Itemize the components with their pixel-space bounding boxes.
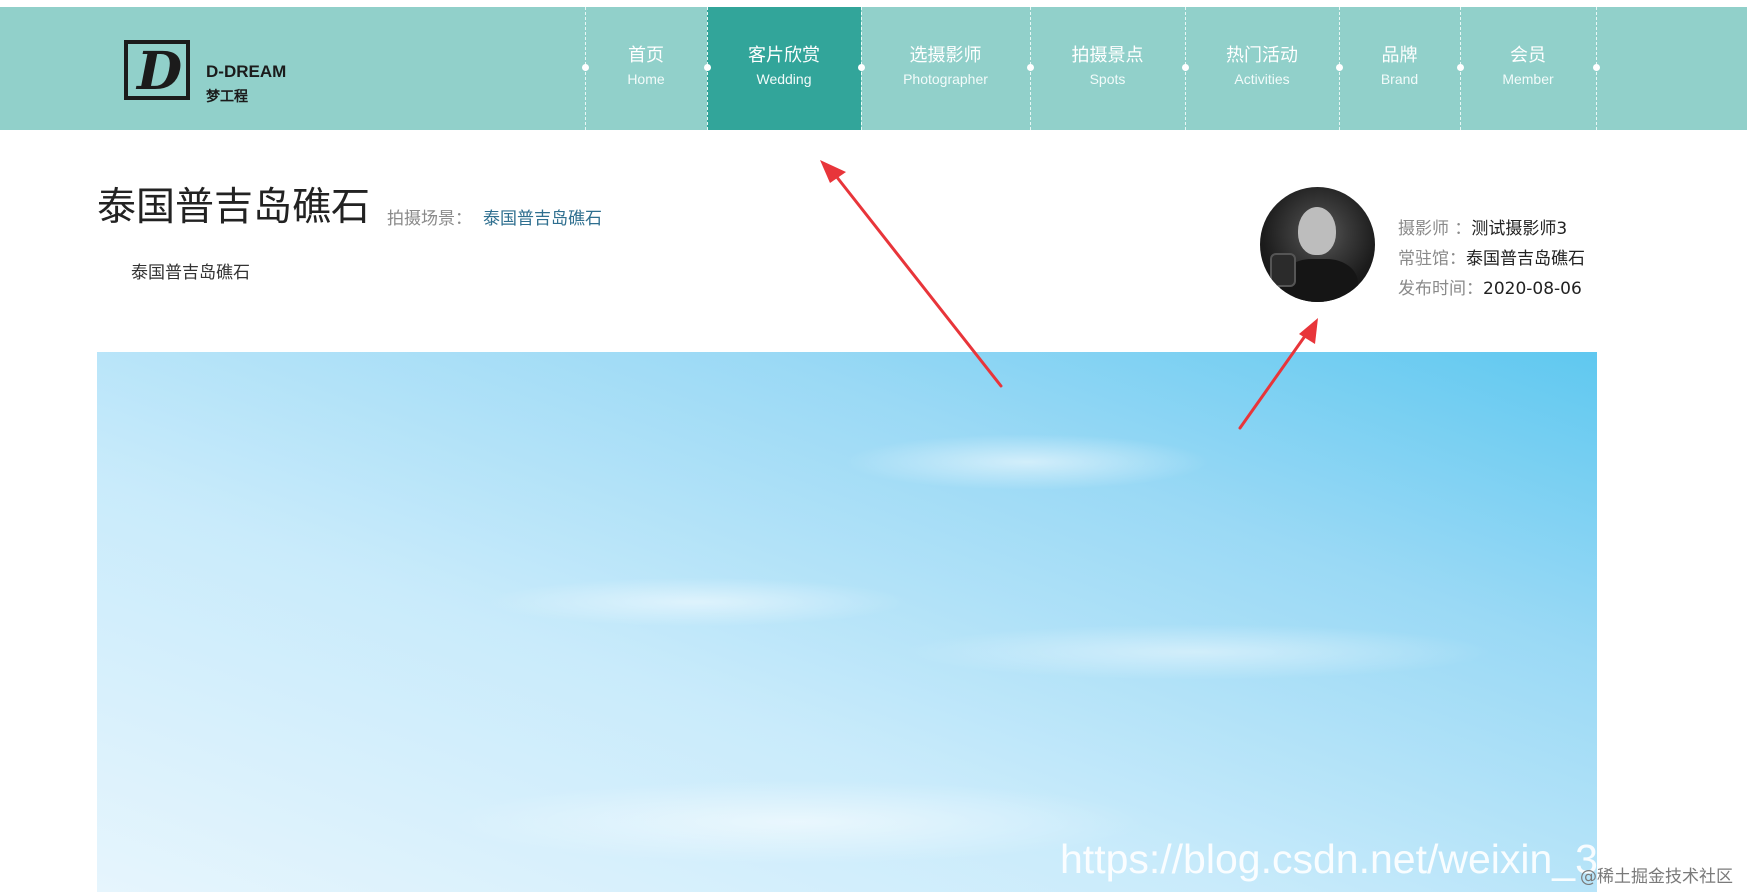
nav-item-photographer[interactable]: 选摄影师 Photographer bbox=[861, 7, 1030, 130]
nav-dot bbox=[1336, 64, 1343, 71]
nav-dot bbox=[1182, 64, 1189, 71]
nav-item-home[interactable]: 首页 Home bbox=[585, 7, 707, 130]
info-label: 发布时间： bbox=[1398, 279, 1483, 299]
avatar-head-shape bbox=[1298, 207, 1336, 255]
nav-item-brand[interactable]: 品牌 Brand bbox=[1339, 7, 1460, 130]
nav-item-spots[interactable]: 拍摄景点 Spots bbox=[1030, 7, 1185, 130]
publish-date: 2020-08-06 bbox=[1483, 279, 1582, 299]
nav-dot bbox=[858, 64, 865, 71]
nav-label-cn: 首页 bbox=[628, 45, 664, 66]
nav-dot bbox=[1457, 64, 1464, 71]
nav-label-cn: 会员 bbox=[1510, 45, 1546, 66]
info-row-studio: 常驻馆：泰国普吉岛礁石 bbox=[1398, 244, 1585, 274]
info-label: 摄影师 ： bbox=[1398, 219, 1472, 239]
nav-label-en: Spots bbox=[1089, 71, 1126, 87]
nav-label-en: Member bbox=[1502, 71, 1554, 87]
logo-subtitle: 梦工程 bbox=[206, 89, 248, 105]
nav-label-en: Brand bbox=[1380, 71, 1419, 87]
annotation-arrowhead-nav bbox=[820, 160, 846, 183]
nav-label-en: Photographer bbox=[903, 71, 988, 87]
nav-item-wedding[interactable]: 客片欣赏 Wedding bbox=[707, 7, 861, 130]
annotation-arrowhead-avatar bbox=[1299, 318, 1318, 344]
photographer-name[interactable]: 测试摄影师3 bbox=[1471, 219, 1567, 239]
info-label: 常驻馆： bbox=[1398, 249, 1466, 269]
logo-name: D-DREAM bbox=[206, 62, 287, 81]
nav-item-member[interactable]: 会员 Member bbox=[1460, 7, 1596, 130]
info-row-date: 发布时间：2020-08-06 bbox=[1398, 274, 1585, 304]
info-row-photographer: 摄影师 ：测试摄影师3 bbox=[1398, 214, 1585, 244]
logo[interactable]: D D-DREAM 梦工程 bbox=[124, 35, 294, 107]
nav-label-en: Activities bbox=[1234, 71, 1290, 87]
nav-label-cn: 品牌 bbox=[1381, 45, 1418, 66]
photographer-avatar[interactable] bbox=[1260, 187, 1375, 302]
logo-mark: D bbox=[124, 40, 190, 102]
nav-dot bbox=[1593, 64, 1600, 71]
scene-link[interactable]: 泰国普吉岛礁石 bbox=[483, 204, 602, 229]
nav-dot bbox=[704, 64, 711, 71]
nav-label-cn: 选摄影师 bbox=[909, 45, 982, 66]
nav-dot bbox=[1027, 64, 1034, 71]
photographer-info: 摄影师 ：测试摄影师3 常驻馆：泰国普吉岛礁石 发布时间：2020-08-06 bbox=[1398, 214, 1585, 304]
camera-icon bbox=[1270, 253, 1296, 287]
nav-label-en: Home bbox=[627, 71, 665, 87]
logo-letter: D bbox=[137, 41, 183, 102]
nav-dot bbox=[582, 64, 589, 71]
nav-label-cn: 热门活动 bbox=[1226, 45, 1298, 66]
hero-photo bbox=[97, 352, 1597, 892]
nav-label-cn: 客片欣赏 bbox=[748, 45, 820, 66]
nav-label-cn: 拍摄景点 bbox=[1071, 45, 1144, 66]
nav-label-en: Wedding bbox=[756, 71, 812, 87]
studio-name: 泰国普吉岛礁石 bbox=[1466, 249, 1585, 269]
watermark-text: https://blog.csdn.net/weixin_39 bbox=[1060, 836, 1600, 882]
page-subtitle: 泰国普吉岛礁石 bbox=[131, 263, 250, 283]
credit-text: @稀土掘金技术社区 bbox=[1580, 867, 1733, 887]
page-title: 泰国普吉岛礁石 bbox=[97, 185, 371, 230]
site-header: D D-DREAM 梦工程 首页 Home 客片欣赏 Wedding 选摄影师 … bbox=[0, 7, 1747, 130]
scene-label: 拍摄场景： bbox=[387, 209, 472, 229]
nav-item-activities[interactable]: 热门活动 Activities bbox=[1185, 7, 1339, 130]
